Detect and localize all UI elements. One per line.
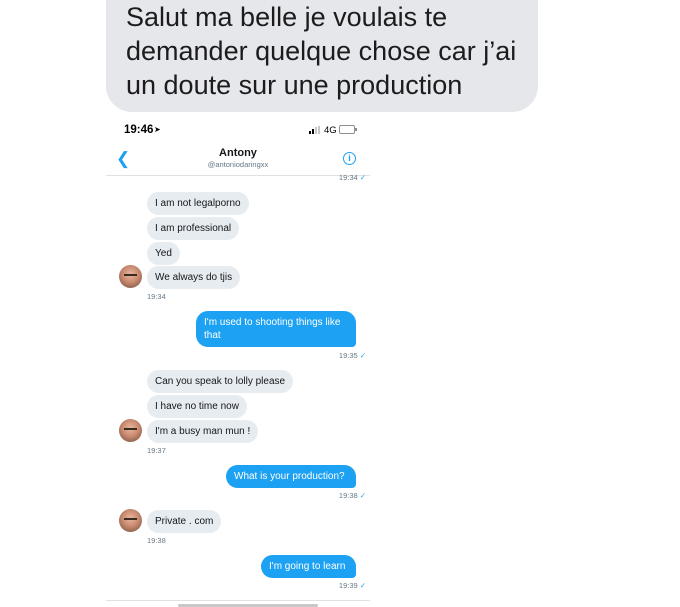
message-timestamp: 19:35 ✓ (338, 351, 366, 360)
caption-line: un doute sur une production (126, 70, 463, 100)
incoming-message[interactable]: We always do tjis (147, 266, 241, 289)
message-timestamp: 19:37 (147, 446, 166, 455)
composer-divider (106, 600, 370, 601)
contact-handle: @antoniodaringxx (207, 160, 269, 169)
message-timestamp: 19:38 (147, 536, 166, 545)
caption-line: Salut ma belle je voulais te (126, 2, 448, 32)
read-check-icon: ✓ (359, 351, 366, 360)
outgoing-message[interactable]: I'm going to learn (261, 555, 356, 578)
outgoing-message[interactable]: What is your production? (226, 465, 356, 488)
message-line: I'm used to shooting things like (204, 317, 341, 328)
read-check-icon: ✓ (359, 173, 366, 182)
read-check-icon: ✓ (359, 581, 366, 590)
message-timestamp: 19:39 ✓ (338, 581, 366, 590)
incoming-message[interactable]: I'm a busy man mun ! (147, 420, 259, 443)
avatar[interactable] (119, 419, 142, 442)
network-type: 4G (324, 125, 337, 136)
incoming-message[interactable]: I am not legalporno (147, 192, 249, 215)
message-timestamp: 19:38 ✓ (338, 491, 366, 500)
status-time: 19:46 (124, 124, 154, 136)
read-check-icon: ✓ (359, 491, 366, 500)
message-line: that (204, 330, 221, 341)
avatar[interactable] (119, 509, 142, 532)
incoming-message[interactable]: Private . com (147, 510, 222, 533)
outgoing-message[interactable]: I'm used to shooting things like that (196, 311, 356, 347)
info-icon[interactable]: i (343, 152, 356, 165)
caption-bubble: Salut ma belle je voulais te demander qu… (106, 0, 538, 112)
incoming-message[interactable]: Yed (147, 242, 180, 265)
contact-name[interactable]: Antony (106, 147, 370, 159)
incoming-message[interactable]: Can you speak to lolly please (147, 370, 294, 393)
message-timestamp: 19:34 (147, 292, 166, 301)
incoming-message[interactable]: I am professional (147, 217, 240, 240)
caption-line: demander quelque chose car j’ai (126, 36, 517, 66)
battery-cap (355, 128, 357, 131)
message-timestamp: 19:34 ✓ (338, 173, 366, 182)
battery-icon (339, 125, 355, 134)
conversation-header: ❮ Antony @antoniodaringxx i (106, 145, 370, 176)
signal-icon (309, 126, 323, 134)
incoming-message[interactable]: I have no time now (147, 395, 247, 418)
location-arrow-icon: ➤ (154, 125, 161, 134)
avatar[interactable] (119, 265, 142, 288)
status-bar: 19:46 ➤ 4G (106, 117, 370, 145)
